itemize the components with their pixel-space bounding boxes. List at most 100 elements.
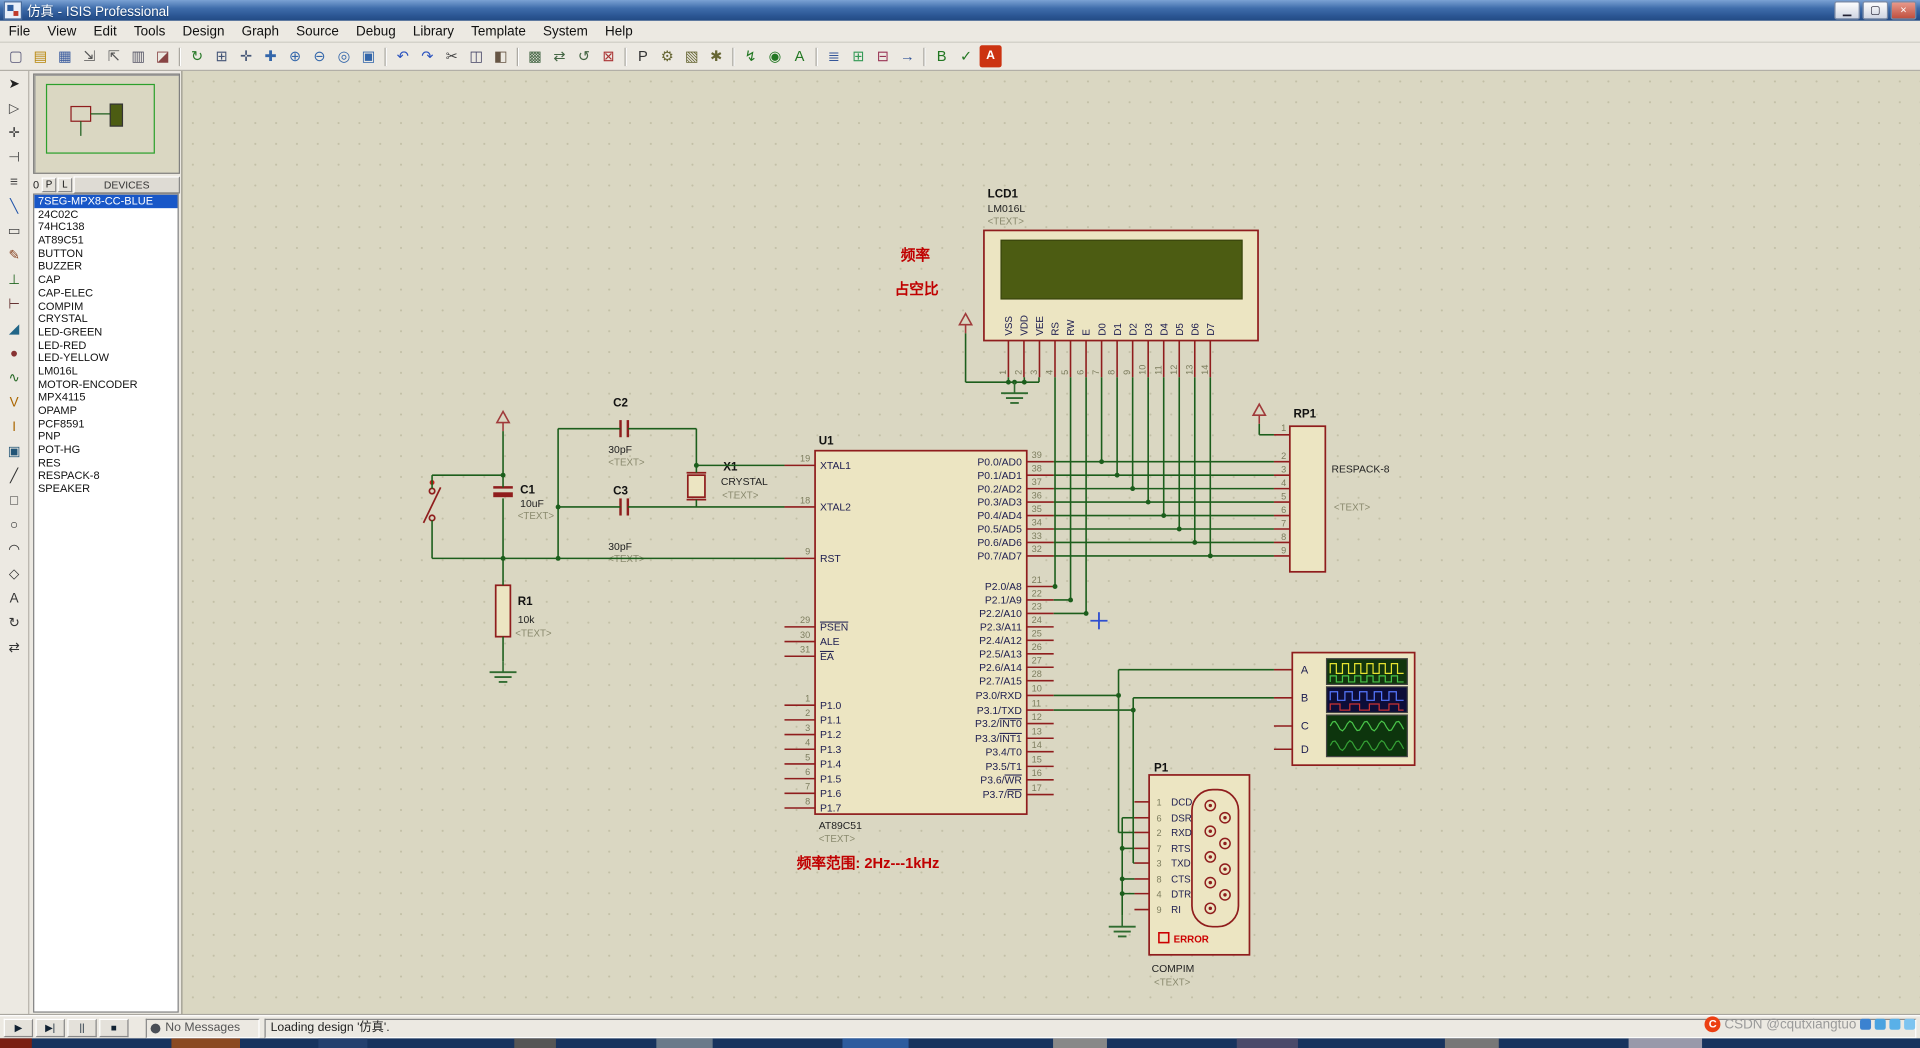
export-section-icon[interactable]: ⇱ [103,45,125,67]
netlist-to-ares-icon[interactable]: A [979,45,1002,68]
remove-sheet-icon[interactable]: ⊟ [872,45,894,67]
device-item-led-green[interactable]: LED-GREEN [34,326,177,339]
device-item-button[interactable]: BUTTON [34,247,177,260]
taskbar-item[interactable] [1628,1038,1703,1048]
import-section-icon[interactable]: ⇲ [78,45,100,67]
decompose-icon[interactable]: ✱ [705,45,727,67]
menu-template[interactable]: Template [463,23,535,40]
wire-label-mode-icon[interactable]: ⊣ [2,147,25,170]
device-item-crystal[interactable]: CRYSTAL [34,312,177,325]
toggle-grid-icon[interactable]: ⊞ [211,45,233,67]
device-item-at89c51[interactable]: AT89C51 [34,234,177,247]
sim-stop-button[interactable]: ■ [99,1018,129,1038]
terminal-mode-icon[interactable]: ⊥ [2,269,25,292]
menu-help[interactable]: Help [596,23,641,40]
taskbar-item[interactable] [1053,1038,1107,1048]
copy-icon[interactable]: ◫ [465,45,487,67]
menu-system[interactable]: System [534,23,596,40]
graph-mode-icon[interactable]: ◢ [2,318,25,341]
device-pin-mode-icon[interactable]: ⊢ [2,294,25,317]
property-assignment-icon[interactable]: A [789,45,811,67]
device-item-led-red[interactable]: LED-RED [34,339,177,352]
zoom-all-icon[interactable]: ◎ [333,45,355,67]
electrical-rule-check-icon[interactable]: ✓ [955,45,977,67]
component-c2[interactable]: C2 30pF <TEXT> [608,397,645,469]
undo-icon[interactable]: ↶ [392,45,414,67]
current-probe-mode-icon[interactable]: I [2,416,25,439]
pick-devices-button[interactable]: P [41,176,57,192]
ground-terminal[interactable] [1001,382,1028,404]
component-x1-crystal[interactable]: X1 CRYSTAL <TEXT> [686,460,768,501]
bill-of-materials-icon[interactable]: B [931,45,953,67]
minimize-button[interactable]: ▁ [1834,1,1861,20]
taskbar-item[interactable] [171,1038,241,1048]
component-rp1-respack8[interactable]: RP1 RESPACK-8 <TEXT> [1288,408,1390,573]
zoom-in-icon[interactable]: ⊕ [284,45,306,67]
component-mode-icon[interactable]: ▷ [2,98,25,121]
packaging-tool-icon[interactable]: ▧ [681,45,703,67]
taskbar-item[interactable] [842,1038,909,1048]
schematic-canvas[interactable]: U1 AT89C51 <TEXT> LCD1 LM016L <TEXT> X1 … [181,71,1920,1016]
library-button[interactable]: L [57,176,73,192]
open-design-icon[interactable]: ▤ [29,45,51,67]
taskbar-item[interactable] [656,1038,713,1048]
device-item-lm016l[interactable]: LM016L [34,365,177,378]
2d-path-mode-icon[interactable]: ◇ [2,563,25,586]
device-item-motor-encoder[interactable]: MOTOR-ENCODER [34,378,177,391]
block-copy-icon[interactable]: ▩ [524,45,546,67]
device-item-speaker[interactable]: SPEAKER [34,483,177,496]
design-explorer-icon[interactable]: ≣ [823,45,845,67]
instant-edit-mode-icon[interactable]: ✎ [2,245,25,268]
2d-arc-mode-icon[interactable]: ◠ [2,539,25,562]
bus-mode-icon[interactable]: ╲ [2,196,25,219]
component-oscilloscope[interactable] [1291,651,1416,767]
ground-terminal[interactable] [1108,915,1136,938]
2d-line-mode-icon[interactable]: ╱ [2,465,25,488]
device-item-buzzer[interactable]: BUZZER [34,260,177,273]
menu-view[interactable]: View [39,23,85,40]
block-rotate-icon[interactable]: ↺ [573,45,595,67]
tape-recorder-mode-icon[interactable]: ● [2,343,25,366]
mark-output-area-icon[interactable]: ◪ [152,45,174,67]
pick-parts-icon[interactable]: P [632,45,654,67]
taskbar-item[interactable] [1444,1038,1499,1048]
menu-edit[interactable]: Edit [85,23,125,40]
redraw-icon[interactable]: ↻ [186,45,208,67]
voltage-probe-mode-icon[interactable]: V [2,392,25,415]
false-origin-icon[interactable]: ✛ [235,45,257,67]
close-button[interactable]: × [1890,1,1917,20]
device-item-led-yellow[interactable]: LED-YELLOW [34,352,177,365]
taskbar-item[interactable] [318,1038,368,1048]
subcircuit-mode-icon[interactable]: ▭ [2,220,25,243]
wire-autorouter-icon[interactable]: ↯ [740,45,762,67]
sim-pause-button[interactable]: || [67,1018,97,1038]
overview-window[interactable] [33,73,181,174]
search-and-tag-icon[interactable]: ◉ [764,45,786,67]
2d-circle-mode-icon[interactable]: ○ [2,514,25,537]
paste-icon[interactable]: ◧ [490,45,512,67]
menu-file[interactable]: File [0,23,39,40]
menu-source[interactable]: Source [288,23,348,40]
mirror-horizontal-icon[interactable]: ⇄ [2,637,25,660]
menu-debug[interactable]: Debug [347,23,404,40]
zoom-out-icon[interactable]: ⊖ [309,45,331,67]
generator-mode-icon[interactable]: ∿ [2,367,25,390]
device-item-74hc138[interactable]: 74HC138 [34,221,177,234]
device-item-24c02c[interactable]: 24C02C [34,208,177,221]
device-item-pnp[interactable]: PNP [34,430,177,443]
redo-icon[interactable]: ↷ [416,45,438,67]
new-design-icon[interactable]: ▢ [5,45,27,67]
taskbar-item[interactable] [1236,1038,1298,1048]
device-item-7seg-mpx8-cc-blue[interactable]: 7SEG-MPX8-CC-BLUE [34,194,178,208]
component-p1-compim[interactable]: P1 ERROR COMPIM <TEXT> [1148,761,1251,988]
component-r1[interactable]: R1 10k <TEXT> [494,584,552,640]
sim-step-button[interactable]: ▶| [35,1018,65,1038]
device-item-res[interactable]: RES [34,456,177,469]
power-terminal[interactable] [1251,402,1267,424]
power-terminal[interactable] [495,409,511,432]
device-item-mpx4115[interactable]: MPX4115 [34,391,177,404]
virtual-instruments-mode-icon[interactable]: ▣ [2,441,25,464]
2d-box-mode-icon[interactable]: □ [2,490,25,513]
selection-mode-icon[interactable]: ➤ [2,73,25,96]
pan-icon[interactable]: ✚ [260,45,282,67]
